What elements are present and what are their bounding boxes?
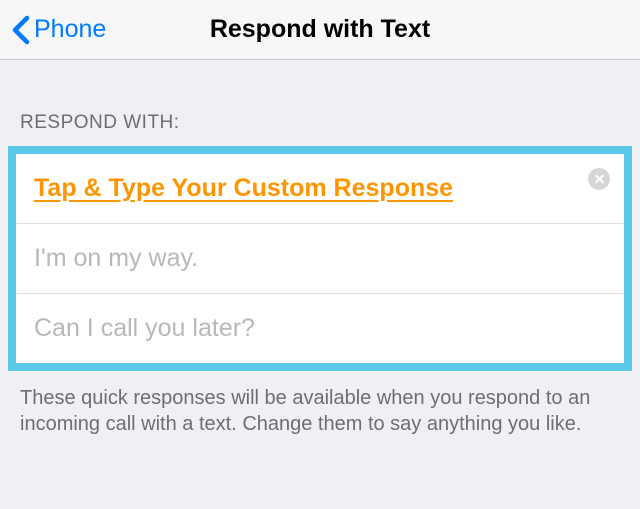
preset-response-text: Can I call you later? [34, 314, 255, 342]
footer-description: These quick responses will be available … [0, 371, 640, 451]
preset-response-row[interactable]: I'm on my way. [16, 224, 624, 294]
custom-response-row[interactable]: Tap & Type Your Custom Response [16, 154, 624, 224]
back-button[interactable]: Phone [0, 15, 106, 45]
chevron-left-icon [12, 15, 30, 45]
clear-text-icon[interactable] [588, 168, 610, 190]
preset-response-row[interactable]: Can I call you later? [16, 294, 624, 363]
custom-response-label: Tap & Type Your Custom Response [34, 174, 453, 202]
page-title: Respond with Text [210, 15, 430, 44]
preset-response-text: I'm on my way. [34, 244, 198, 272]
content-area: RESPOND WITH: Tap & Type Your Custom Res… [0, 60, 640, 451]
back-label: Phone [34, 15, 106, 44]
nav-header: Phone Respond with Text [0, 0, 640, 60]
section-header: RESPOND WITH: [0, 112, 640, 146]
responses-list: Tap & Type Your Custom Response I'm on m… [8, 146, 632, 371]
